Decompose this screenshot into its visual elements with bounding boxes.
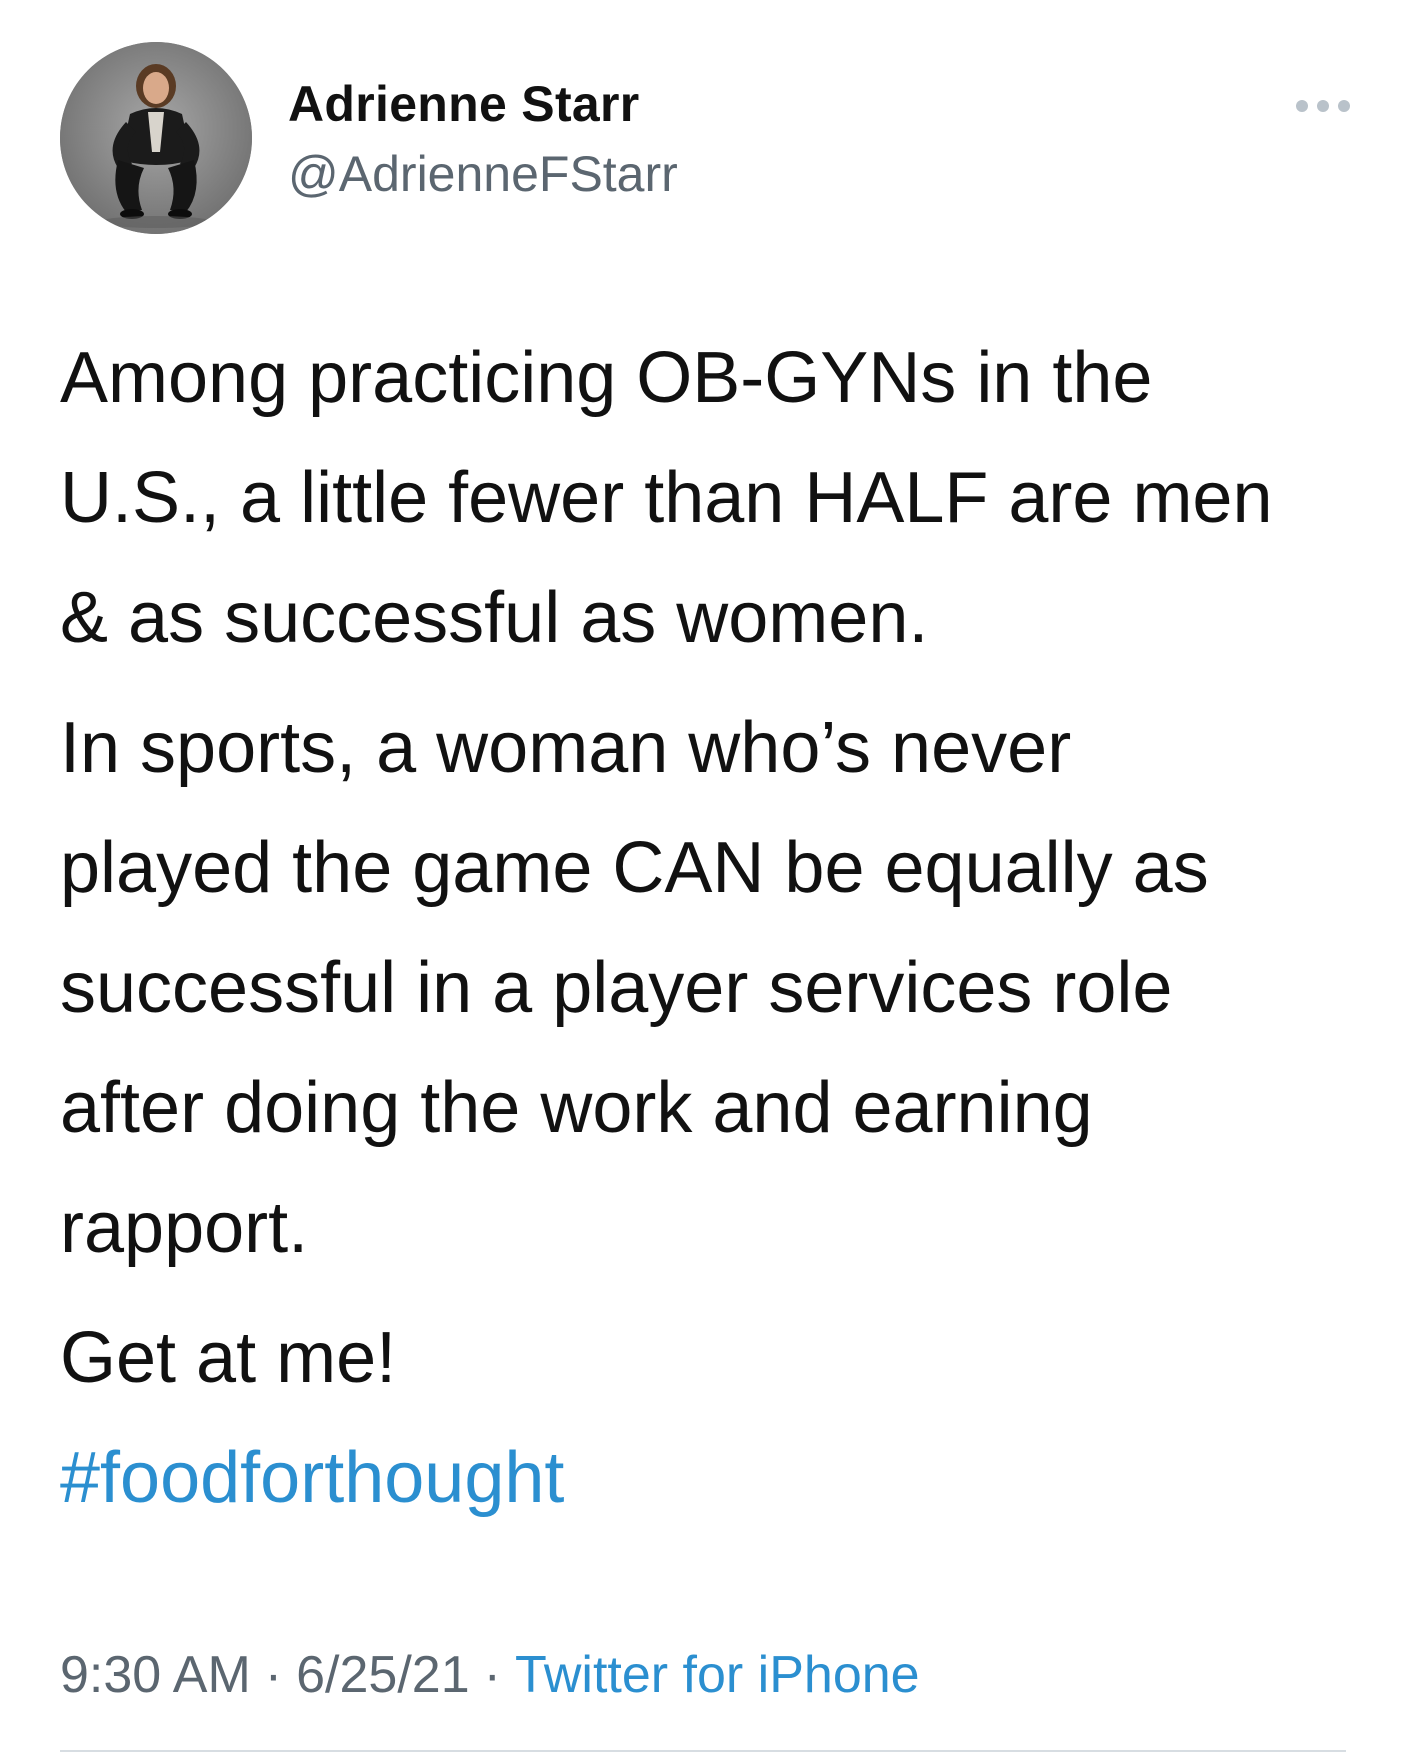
tweet-date: 6/25/21 — [296, 1646, 470, 1704]
dot — [1317, 100, 1329, 112]
hashtag-link[interactable]: #foodforthought — [60, 1438, 564, 1518]
author-names: Adrienne Starr @AdrienneFStarr — [288, 74, 678, 204]
author-display-name[interactable]: Adrienne Starr — [288, 74, 678, 134]
tweet-time: 9:30 AM — [60, 1646, 251, 1704]
avatar-photo — [60, 42, 252, 234]
meta-separator: · — [483, 1646, 501, 1704]
tweet: Adrienne Starr @AdrienneFStarr Among pra… — [0, 0, 1406, 1757]
tweet-meta: 9:30 AM · 6/25/21 · Twitter for iPhone — [60, 1640, 920, 1710]
meta-separator: · — [264, 1646, 283, 1704]
tweet-paragraph: Get at me! #foodforthought — [60, 1298, 1360, 1538]
avatar[interactable] — [60, 42, 252, 234]
dot — [1296, 100, 1308, 112]
dot — [1338, 100, 1350, 112]
tweet-header: Adrienne Starr @AdrienneFStarr — [60, 42, 1350, 242]
tweet-paragraph: Among practicing OB-GYNs in the U.S., a … — [60, 338, 1273, 658]
tweet-source-link[interactable]: Twitter for iPhone — [515, 1646, 920, 1704]
tweet-text: Among practicing OB-GYNs in the U.S., a … — [60, 318, 1360, 1538]
tweet-line: Get at me! — [60, 1318, 397, 1398]
more-dots-icon[interactable] — [1296, 96, 1350, 116]
author-handle[interactable]: @AdrienneFStarr — [288, 144, 678, 204]
divider — [60, 1750, 1346, 1752]
tweet-paragraph: In sports, a woman who’s never played th… — [60, 708, 1209, 1268]
